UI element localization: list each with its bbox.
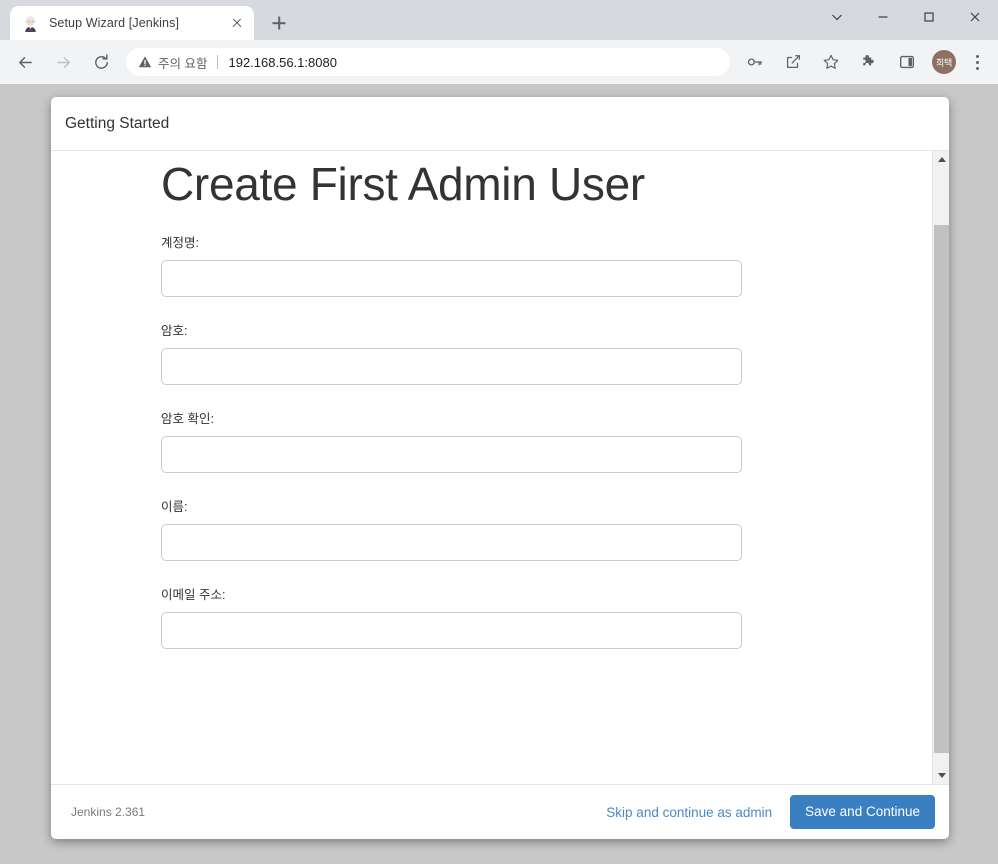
field-fullname: 이름: (161, 496, 932, 561)
minimize-button[interactable] (860, 0, 906, 34)
field-label-password: 암호: (161, 323, 188, 338)
forward-icon[interactable] (48, 47, 78, 77)
scroll-up-arrow-icon[interactable] (933, 151, 949, 168)
side-panel-icon[interactable] (892, 47, 922, 77)
field-username: 계정명: (161, 232, 932, 297)
tab-title: Setup Wizard [Jenkins] (49, 16, 180, 30)
jenkins-version-label: Jenkins 2.361 (71, 805, 146, 819)
fullname-input[interactable] (161, 523, 742, 561)
field-email: 이메일 주소: (161, 584, 932, 649)
browser-toolbar: 주의 요함 192.168.56.1:8080 희택 (0, 40, 998, 84)
field-password: 암호: (161, 320, 932, 385)
tab-strip: Setup Wizard [Jenkins] (0, 0, 998, 40)
puzzle-icon[interactable] (854, 47, 884, 77)
jenkins-butler-icon (22, 15, 39, 32)
avatar[interactable]: 희택 (932, 50, 956, 74)
scrollbar-thumb[interactable] (934, 225, 949, 753)
dialog-header: Getting Started (51, 97, 949, 151)
share-icon[interactable] (778, 47, 808, 77)
browser-tab[interactable]: Setup Wizard [Jenkins] (10, 6, 254, 40)
url-text: 192.168.56.1:8080 (228, 54, 337, 70)
field-label-fullname: 이름: (161, 499, 188, 514)
star-icon[interactable] (816, 47, 846, 77)
key-icon[interactable] (740, 47, 770, 77)
footer-actions: Skip and continue as admin Save and Cont… (606, 795, 935, 829)
setup-wizard-dialog: Getting Started Create First Admin User … (51, 97, 949, 839)
password-input[interactable] (161, 347, 742, 385)
security-status-label: 주의 요함 (158, 56, 208, 71)
window-controls (814, 0, 998, 34)
page-title: Create First Admin User (161, 158, 645, 210)
address-bar[interactable]: 주의 요함 192.168.56.1:8080 (126, 48, 730, 76)
dialog-footer: Jenkins 2.361 Skip and continue as admin… (51, 784, 949, 839)
field-confirm-password: 암호 확인: (161, 408, 932, 473)
field-label-email: 이메일 주소: (161, 587, 226, 602)
page-viewport: Getting Started Create First Admin User … (0, 84, 998, 864)
username-input[interactable] (161, 259, 742, 297)
back-icon[interactable] (10, 47, 40, 77)
tab-close-icon[interactable] (226, 12, 248, 34)
field-label-confirm-password: 암호 확인: (161, 411, 214, 426)
confirm-password-input[interactable] (161, 435, 742, 473)
dialog-header-title: Getting Started (65, 114, 170, 132)
window-close-button[interactable] (952, 0, 998, 34)
dialog-body: Create First Admin User 계정명: 암호: 암호 확인: (51, 151, 949, 784)
admin-user-form: 계정명: 암호: 암호 확인: 이름: 이메일 주소: (51, 210, 932, 649)
tab-search-button[interactable] (814, 0, 860, 34)
new-tab-button[interactable] (264, 8, 294, 38)
three-dot-menu-icon[interactable] (964, 47, 990, 77)
maximize-button[interactable] (906, 0, 952, 34)
save-and-continue-button[interactable]: Save and Continue (790, 795, 935, 829)
dialog-scrollbar[interactable] (932, 151, 949, 784)
browser-window: Setup Wizard [Jenkins] 주의 요함 192.168.56.… (0, 0, 998, 864)
email-input[interactable] (161, 611, 742, 649)
field-label-username: 계정명: (161, 235, 199, 250)
dialog-content: Create First Admin User 계정명: 암호: 암호 확인: (51, 151, 932, 784)
skip-and-continue-link[interactable]: Skip and continue as admin (606, 805, 772, 820)
omnibox-divider (217, 55, 219, 69)
reload-icon[interactable] (86, 47, 116, 77)
scroll-down-arrow-icon[interactable] (933, 767, 949, 784)
warning-triangle-icon (138, 55, 152, 69)
